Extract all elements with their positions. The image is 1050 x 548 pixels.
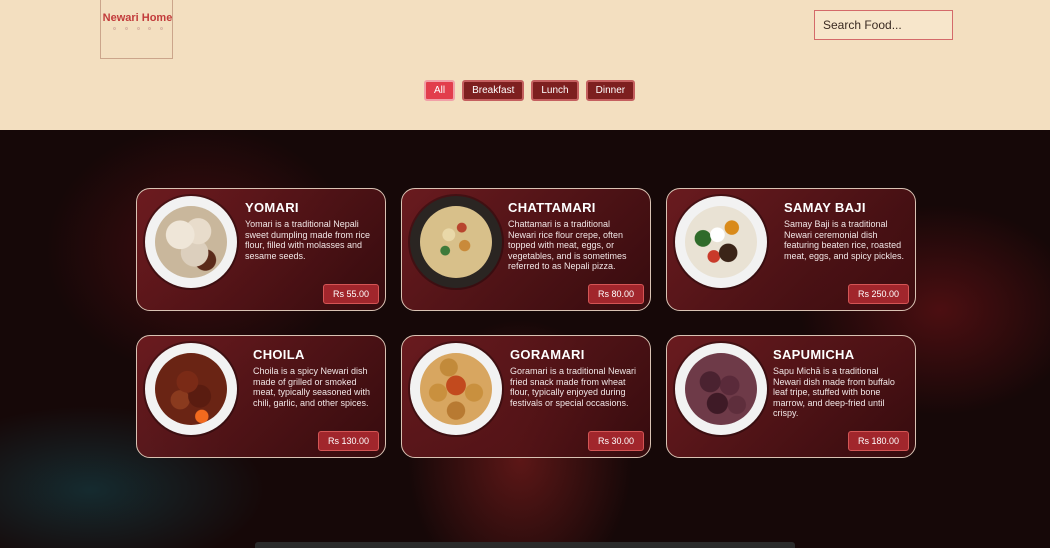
dish-description: Goramari is a traditional Newari fried s… (510, 366, 637, 408)
price-button[interactable]: Rs 180.00 (847, 431, 909, 451)
site-header: Newari Home All Breakfast Lunch Dinner (0, 0, 1050, 130)
price-button[interactable]: Rs 250.00 (847, 284, 909, 304)
dish-card-sapumicha[interactable]: SAPUMICHA Sapu Michā is a traditional Ne… (666, 335, 916, 458)
dish-description: Chattamari is a traditional Newari rice … (508, 219, 627, 271)
logo-text: Newari Home (102, 12, 173, 24)
taskbar (255, 542, 795, 548)
dish-description: Samay Baji is a traditional Newari cerem… (784, 219, 905, 261)
filter-breakfast-button[interactable]: Breakfast (462, 80, 525, 101)
filter-all-button[interactable]: All (424, 80, 456, 101)
dish-name: GORAMARI (510, 347, 585, 362)
sapumicha-image (675, 343, 767, 435)
dish-card-goramari[interactable]: GORAMARI Goramari is a traditional Newar… (401, 335, 651, 458)
dish-description: Yomari is a traditional Nepali sweet dum… (245, 219, 371, 261)
price-button[interactable]: Rs 130.00 (317, 431, 379, 451)
dish-name: SAMAY BAJI (784, 200, 866, 215)
dish-description: Choila is a spicy Newari dish made of gr… (253, 366, 371, 408)
search-input[interactable] (814, 10, 953, 40)
logo-decoration (113, 27, 163, 30)
dish-description: Sapu Michā is a traditional Newari dish … (773, 366, 895, 418)
logo[interactable]: Newari Home (100, 0, 173, 59)
samay-baji-image (675, 196, 767, 288)
chattamari-image (410, 196, 502, 288)
category-filters: All Breakfast Lunch Dinner (424, 80, 636, 101)
price-button[interactable]: Rs 30.00 (587, 431, 644, 451)
price-button[interactable]: Rs 55.00 (322, 284, 379, 304)
dish-name: SAPUMICHA (773, 347, 855, 362)
choila-image (145, 343, 237, 435)
yomari-image (145, 196, 237, 288)
filter-lunch-button[interactable]: Lunch (531, 80, 579, 101)
dish-card-samay-baji[interactable]: SAMAY BAJI Samay Baji is a traditional N… (666, 188, 916, 311)
goramari-image (410, 343, 502, 435)
filter-dinner-button[interactable]: Dinner (585, 80, 636, 101)
dish-name: CHATTAMARI (508, 200, 596, 215)
dish-name: CHOILA (253, 347, 305, 362)
dish-card-choila[interactable]: CHOILA Choila is a spicy Newari dish mad… (136, 335, 386, 458)
price-button[interactable]: Rs 80.00 (587, 284, 644, 304)
dish-card-yomari[interactable]: YOMARI Yomari is a traditional Nepali sw… (136, 188, 386, 311)
dish-name: YOMARI (245, 200, 299, 215)
dish-card-chattamari[interactable]: CHATTAMARI Chattamari is a traditional N… (401, 188, 651, 311)
